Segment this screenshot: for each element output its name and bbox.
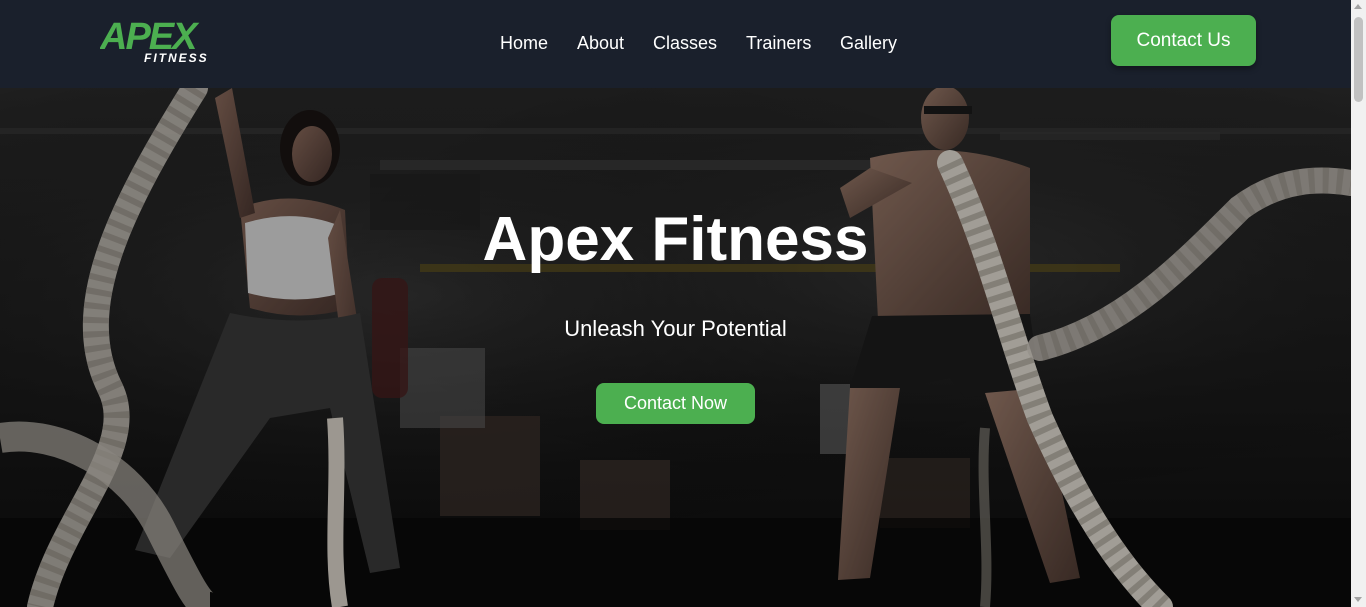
- contact-now-button[interactable]: Contact Now: [596, 383, 755, 424]
- nav-link-trainers[interactable]: Trainers: [746, 33, 811, 54]
- page-scrollbar[interactable]: [1351, 0, 1366, 607]
- hero-section: Apex Fitness Unleash Your Potential Cont…: [0, 88, 1351, 607]
- logo-link[interactable]: APEX FITNESS: [100, 16, 242, 64]
- navbar: APEX FITNESS Home About Classes Trainers…: [0, 0, 1351, 88]
- hero-title: Apex Fitness: [482, 205, 869, 274]
- nav-link-classes[interactable]: Classes: [653, 33, 717, 54]
- page: APEX FITNESS Home About Classes Trainers…: [0, 0, 1366, 607]
- contact-us-button[interactable]: Contact Us: [1111, 15, 1256, 66]
- nav-link-home[interactable]: Home: [500, 33, 548, 54]
- apex-fitness-logo: APEX FITNESS: [100, 16, 209, 64]
- hero-overlay: [0, 88, 1351, 607]
- scrollbar-thumb[interactable]: [1354, 17, 1363, 102]
- nav-link-about[interactable]: About: [577, 33, 624, 54]
- scroll-down-arrow-icon[interactable]: [1354, 597, 1362, 602]
- nav-link-gallery[interactable]: Gallery: [840, 33, 897, 54]
- hero-subtitle: Unleash Your Potential: [564, 316, 787, 341]
- logo-sub-text: FITNESS: [144, 51, 209, 64]
- scroll-up-arrow-icon[interactable]: [1354, 4, 1362, 9]
